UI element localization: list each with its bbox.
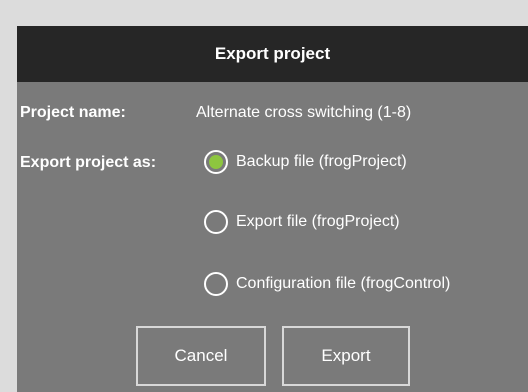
radio-selected-dot <box>209 155 223 169</box>
project-name-label: Project name: <box>20 104 126 121</box>
radio-unselected-icon[interactable] <box>204 210 228 234</box>
dialog-header: Export project <box>0 0 528 82</box>
dialog-body: Project name: Alternate cross switching … <box>17 82 528 392</box>
export-button[interactable]: Export <box>282 326 410 386</box>
project-name-value: Alternate cross switching (1-8) <box>196 104 412 121</box>
radio-option-backup[interactable]: Backup file (frogProject) <box>204 150 407 174</box>
radio-option-export[interactable]: Export file (frogProject) <box>204 210 400 234</box>
dialog-title: Export project <box>17 26 528 82</box>
radio-selected-icon[interactable] <box>204 150 228 174</box>
radio-unselected-icon[interactable] <box>204 272 228 296</box>
radio-label-export: Export file (frogProject) <box>236 213 400 230</box>
cancel-button[interactable]: Cancel <box>136 326 266 386</box>
export-as-label: Export project as: <box>20 154 157 171</box>
radio-label-backup: Backup file (frogProject) <box>236 153 407 170</box>
radio-label-configuration: Configuration file (frogControl) <box>236 275 451 292</box>
radio-option-configuration[interactable]: Configuration file (frogControl) <box>204 272 450 296</box>
export-project-dialog: Export project Project name: Alternate c… <box>0 0 528 392</box>
